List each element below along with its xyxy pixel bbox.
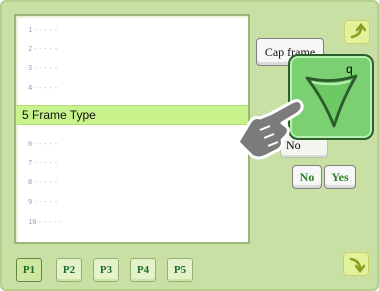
- arrow-up-icon: [350, 22, 367, 39]
- list-item-selected[interactable]: 5 Frame Type: [16, 105, 248, 125]
- item-text: -----: [33, 63, 60, 72]
- item-number: 1: [28, 25, 33, 34]
- item-text: -----: [37, 217, 64, 226]
- page-p1-button[interactable]: P1: [16, 258, 42, 282]
- list-item[interactable]: 1 -----: [16, 20, 248, 39]
- control-panel: 1 ----- 2 ----- 3 ----- 4 ----- 5 Frame …: [0, 0, 379, 291]
- item-label: 5 Frame Type: [22, 108, 96, 122]
- item-text: -----: [33, 139, 60, 148]
- item-text: -----: [33, 197, 60, 206]
- page-p2-button[interactable]: P2: [56, 258, 82, 282]
- page-p4-button[interactable]: P4: [130, 258, 156, 282]
- item-number: 2: [28, 44, 33, 53]
- item-number: 4: [28, 83, 33, 92]
- item-text: -----: [33, 177, 60, 186]
- item-number: 7: [28, 158, 33, 167]
- list-item[interactable]: 2 -----: [16, 39, 248, 58]
- item-number: 9: [28, 197, 33, 206]
- list-item[interactable]: 4 -----: [16, 78, 248, 97]
- frame-menu-list: 1 ----- 2 ----- 3 ----- 4 ----- 5 Frame …: [14, 14, 250, 244]
- item-number: 8: [28, 177, 33, 186]
- arrow-down-icon: [349, 257, 366, 274]
- hand-pointer-icon: [236, 99, 304, 160]
- list-item[interactable]: 9 -----: [16, 192, 248, 211]
- item-text: -----: [33, 44, 60, 53]
- scroll-down-button[interactable]: [343, 252, 369, 276]
- scroll-up-button[interactable]: [344, 20, 370, 44]
- item-text: -----: [33, 83, 60, 92]
- item-number: 6: [28, 139, 33, 148]
- item-number: 3: [28, 63, 33, 72]
- list-item[interactable]: 7 -----: [16, 153, 248, 172]
- page-p3-button[interactable]: P3: [93, 258, 119, 282]
- list-item[interactable]: 6 -----: [16, 134, 248, 153]
- item-text: -----: [33, 25, 60, 34]
- item-number: 10: [28, 217, 37, 226]
- list-item[interactable]: 3 -----: [16, 58, 248, 77]
- item-text: -----: [33, 158, 60, 167]
- page-p5-button[interactable]: P5: [167, 258, 193, 282]
- zoom-label: q: [346, 62, 353, 76]
- no-button[interactable]: No: [292, 165, 322, 189]
- list-item[interactable]: 8 -----: [16, 172, 248, 191]
- list-item[interactable]: 10 -----: [16, 212, 248, 231]
- yes-button[interactable]: Yes: [324, 165, 356, 189]
